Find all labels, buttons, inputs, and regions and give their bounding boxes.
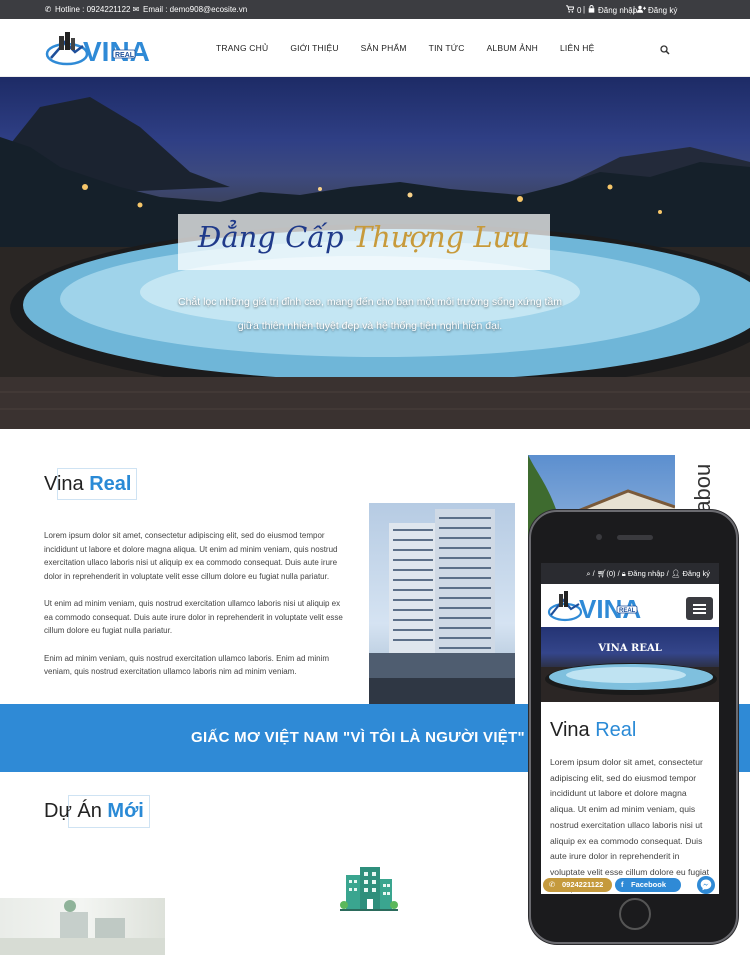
phone-top-bar: ⌕ / 🛒︎(0) / 🔒︎ Đăng nhập / 👤︎ Đăng ký: [541, 563, 719, 584]
slogan-text: GIẤC MƠ VIỆT NAM "VÌ TÔI LÀ NGƯỜI VIỆT": [191, 729, 525, 746]
cart-link[interactable]: 0: [566, 5, 581, 15]
phone-about-text: Lorem ipsum dolor sit amet, consectetur …: [550, 757, 710, 893]
projects-heading-bold: Mới: [107, 800, 144, 822]
register-text: Đăng ký: [648, 5, 678, 15]
phone-hero: VINA REAL: [541, 627, 719, 702]
login-text: Đăng nhập: [598, 5, 638, 15]
nav-about[interactable]: GIỚI THIỆU: [290, 43, 338, 53]
nav-home[interactable]: TRANG CHỦ: [216, 43, 268, 53]
nav-album[interactable]: ALBUM ẢNH: [487, 43, 538, 53]
phone-register[interactable]: Đăng ký: [682, 569, 710, 578]
about-paragraph: Lorem ipsum dolor sit amet, consectetur …: [44, 531, 338, 581]
messenger-icon[interactable]: [697, 876, 715, 894]
facebook-button[interactable]: f Facebook: [615, 878, 681, 892]
email-link[interactable]: ✉ Email : demo908@ecosite.vn: [132, 5, 248, 14]
search-icon[interactable]: ⌕: [586, 569, 590, 578]
phone-logo[interactable]: VINA REAL: [547, 588, 672, 624]
lock-icon: 🔒︎: [621, 569, 626, 578]
projects-heading-plain: Dự Án: [44, 800, 102, 822]
hotline[interactable]: ✆ Hotline : 0924221122: [44, 5, 131, 14]
hero-title: Đẳng Cấp Thượng Lưu: [178, 220, 550, 254]
facebook-icon: f: [621, 880, 624, 889]
phone-icon: ✆: [44, 5, 52, 14]
phone-logo-small: REAL: [619, 608, 636, 614]
phone-icon: ✆: [549, 880, 556, 889]
hero-subtitle: Chắt lọc những giá trị đỉnh cao, mang đế…: [140, 290, 600, 338]
hero-subtitle-line1: Chắt lọc những giá trị đỉnh cao, mang đế…: [177, 296, 562, 308]
project-thumbnail[interactable]: [0, 898, 165, 955]
register-link[interactable]: Đăng ký: [637, 5, 677, 15]
login-link[interactable]: Đăng nhập: [587, 5, 637, 15]
hotline-text: Hotline : 0924221122: [55, 5, 131, 14]
hero-title-part2: Thượng Lưu: [352, 220, 531, 254]
phone-header: VINA REAL: [541, 584, 719, 627]
about-paragraph: Ut enim ad minim veniam, quis nostrud ex…: [44, 599, 343, 635]
about-heading: Vina Real: [44, 473, 131, 496]
main-nav: TRANG CHỦ GIỚI THIỆU SẢN PHẨM TIN TỨC AL…: [216, 43, 616, 53]
phone-login[interactable]: Đăng nhập: [628, 569, 665, 578]
user-plus-icon: [637, 5, 646, 15]
phone-camera: [596, 534, 602, 540]
sep-1: |: [583, 5, 585, 14]
user-plus-icon: 👤︎: [670, 569, 681, 578]
phone-heading-plain: Vina: [550, 719, 590, 741]
hero-title-part1: Đẳng Cấp: [197, 220, 344, 254]
sep-2: |: [633, 5, 635, 14]
top-bar: ✆ Hotline : 0924221122 ✉ Email : demo908…: [0, 0, 750, 19]
hero-subtitle-line2: giữa thiên nhiên tuyệt đẹp và hệ thống t…: [237, 320, 503, 332]
phone-cart-count: (0): [606, 569, 616, 578]
email-text: Email : demo908@ecosite.vn: [143, 5, 248, 14]
about-heading-bold: Real: [89, 473, 132, 495]
phone-heading-bold: Real: [595, 719, 637, 741]
phone-call-button[interactable]: ✆ 0924221122: [543, 878, 612, 892]
site-logo[interactable]: VINA REAL: [45, 28, 171, 68]
phone-screen: ⌕ / 🛒︎(0) / 🔒︎ Đăng nhập / 👤︎ Đăng ký VI…: [541, 563, 719, 894]
phone-contact-bar: ✆ 0924221122 f Facebook: [541, 876, 719, 894]
cart-icon[interactable]: 🛒︎: [597, 569, 607, 578]
lock-icon: [587, 5, 595, 15]
phone-speaker: [617, 535, 653, 540]
phone-call-label: 0924221122: [562, 880, 604, 889]
hero-banner: Đẳng Cấp Thượng Lưu Chắt lọc những giá t…: [0, 77, 750, 429]
about-heading-plain: Vina: [44, 473, 84, 495]
phone-home-button: [619, 898, 651, 930]
separator: |: [633, 5, 636, 14]
building-icon: [340, 865, 398, 913]
phone-top-items: ⌕ / 🛒︎(0) / 🔒︎ Đăng nhập / 👤︎ Đăng ký: [586, 569, 710, 578]
cart-count: 0: [577, 5, 582, 15]
building-image: [369, 503, 515, 704]
page: ✆ Hotline : 0924221122 ✉ Email : demo908…: [0, 0, 750, 955]
envelope-icon: ✉: [132, 5, 140, 14]
about-paragraph: Enim ad minim veniam, quis nostrud exerc…: [44, 653, 329, 677]
nav-news[interactable]: TIN TỨC: [429, 43, 465, 53]
separator: |: [583, 5, 586, 14]
logo-small-text: REAL: [115, 52, 135, 59]
facebook-label: Facebook: [631, 880, 667, 889]
nav-products[interactable]: SẢN PHẨM: [361, 43, 407, 53]
search-button[interactable]: [660, 42, 672, 55]
hamburger-icon[interactable]: [686, 597, 713, 620]
search-icon: [660, 45, 670, 55]
projects-heading: Dự Án Mới: [44, 800, 144, 823]
nav-contact[interactable]: LIÊN HỆ: [560, 43, 594, 53]
site-header: VINA REAL TRANG CHỦ GIỚI THIỆU SẢN PHẨM …: [0, 19, 750, 77]
phone-heading: Vina Real: [550, 719, 636, 742]
phone-hero-caption: VINA REAL: [597, 643, 662, 654]
cart-icon: [566, 5, 575, 15]
about-text: Lorem ipsum dolor sit amet, consectetur …: [44, 529, 350, 693]
